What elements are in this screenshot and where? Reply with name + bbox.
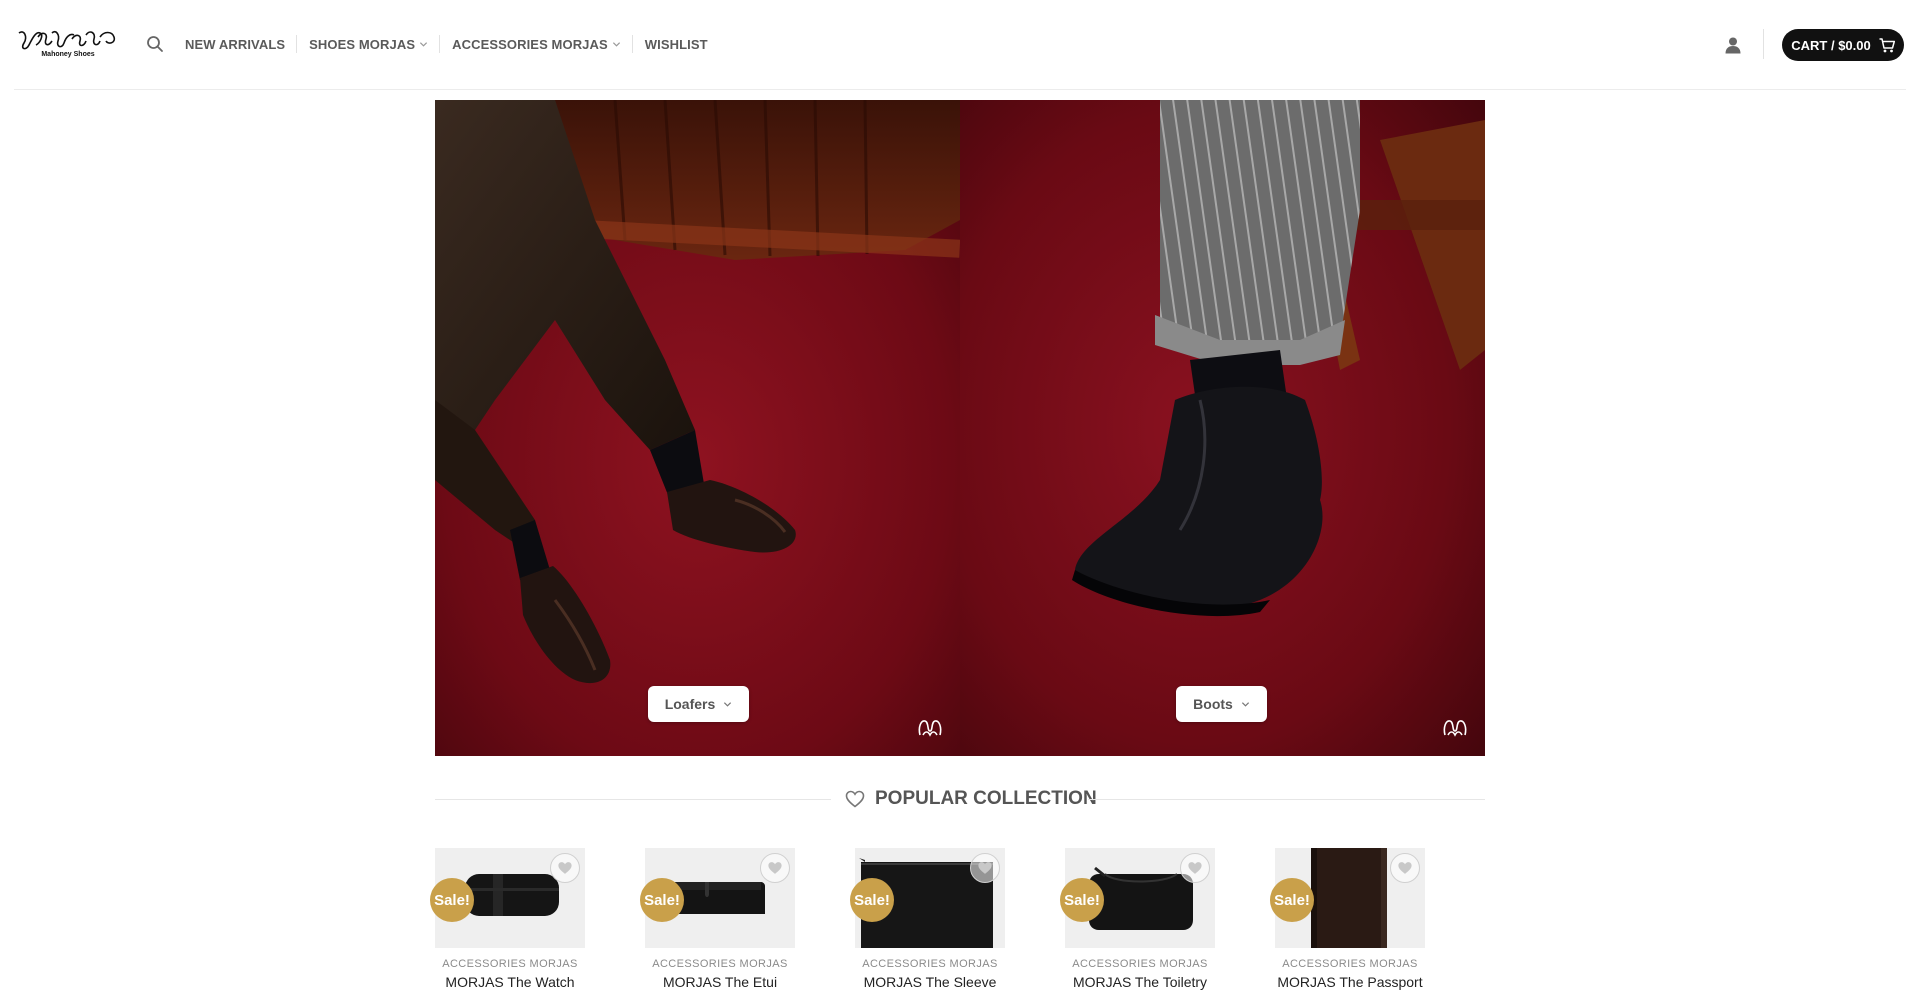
sale-badge: Sale!	[1060, 878, 1104, 922]
hero-banner: Loafers Boots	[435, 100, 1485, 756]
loafers-button-label: Loafers	[664, 696, 716, 712]
wishlist-button[interactable]	[1390, 853, 1420, 883]
loafers-photo	[435, 100, 960, 756]
product-category[interactable]: ACCESSORIES MORJAS	[850, 958, 1010, 970]
product-category[interactable]: ACCESSORIES MORJAS	[1060, 958, 1220, 970]
hero-panel-loafers[interactable]: Loafers	[435, 100, 960, 756]
nav-item-accessories-morjas[interactable]: ACCESSORIES MORJAS	[440, 37, 632, 52]
heading-content: POPULAR COLLECTION	[845, 786, 1097, 812]
morjas-mark-icon	[1443, 720, 1467, 737]
nav-item-wishlist[interactable]: WISHLIST	[633, 37, 719, 52]
site-header: Mahoney Shoes NEW ARRIVALS SHOES MORJAS …	[0, 0, 1920, 90]
heart-icon	[558, 862, 572, 874]
morjas-mark-icon	[918, 720, 942, 737]
sale-badge: Sale!	[1270, 878, 1314, 922]
product-name[interactable]: MORJAS The Toiletry	[1050, 974, 1230, 990]
product-card[interactable]: Sale! ACCESSORIES MORJAS MORJAS The Toil…	[1060, 848, 1220, 993]
logo-subtitle: Mahoney Shoes	[41, 51, 95, 58]
product-name[interactable]: MORJAS The Etui	[630, 974, 810, 990]
nav-item-label: SHOES MORJAS	[309, 36, 416, 52]
heart-icon	[978, 862, 992, 874]
wishlist-button[interactable]	[1180, 853, 1210, 883]
nav-item-label: WISHLIST	[644, 36, 708, 52]
product-card[interactable]: Sale! ACCESSORIES MORJAS MORJAS The Pass…	[1270, 848, 1430, 993]
boots-photo	[960, 100, 1485, 756]
wishlist-button[interactable]	[760, 853, 790, 883]
header-divider-line	[14, 89, 1906, 90]
product-name[interactable]: MORJAS The Passport	[1260, 974, 1440, 990]
chevron-down-icon	[1241, 701, 1249, 707]
cart-label: CART / $0.00	[1791, 37, 1871, 53]
heading-divider	[1088, 799, 1485, 800]
heading-divider	[435, 799, 831, 800]
header-divider	[1763, 29, 1764, 59]
chevron-down-icon	[612, 41, 620, 47]
nav-item-new-arrivals[interactable]: NEW ARRIVALS	[173, 37, 296, 52]
heart-icon	[1188, 862, 1202, 874]
product-category[interactable]: ACCESSORIES MORJAS	[640, 958, 800, 970]
product-card[interactable]: Sale! ACCESSORIES MORJAS MORJAS The Etui	[640, 848, 800, 993]
product-category[interactable]: ACCESSORIES MORJAS	[430, 958, 590, 970]
sale-badge: Sale!	[640, 878, 684, 922]
main-nav: NEW ARRIVALS SHOES MORJAS ACCESSORIES MO…	[173, 32, 719, 56]
chevron-down-icon	[420, 41, 428, 47]
sale-badge: Sale!	[430, 878, 474, 922]
product-name[interactable]: MORJAS The Watch	[420, 974, 600, 990]
nav-item-label: ACCESSORIES MORJAS	[452, 36, 608, 52]
cart-icon	[1879, 37, 1895, 52]
heart-icon	[768, 862, 782, 874]
heart-icon	[1398, 862, 1412, 874]
section-title: POPULAR COLLECTION	[875, 788, 1097, 809]
product-category[interactable]: ACCESSORIES MORJAS	[1270, 958, 1430, 970]
search-icon	[147, 36, 163, 52]
product-card[interactable]: Sale! ACCESSORIES MORJAS MORJAS The Watc…	[430, 848, 590, 993]
loafers-button[interactable]: Loafers	[648, 686, 749, 722]
nav-item-label: NEW ARRIVALS	[185, 36, 286, 52]
boots-button[interactable]: Boots	[1176, 686, 1267, 722]
popular-collection-heading: POPULAR COLLECTION	[435, 786, 1485, 812]
search-button[interactable]	[146, 35, 164, 53]
product-card[interactable]: Sale! ACCESSORIES MORJAS MORJAS The Slee…	[850, 848, 1010, 993]
cart-button[interactable]: CART / $0.00	[1782, 29, 1904, 61]
account-button[interactable]	[1724, 36, 1742, 54]
chevron-down-icon	[724, 701, 732, 707]
site-logo[interactable]: Mahoney Shoes	[16, 27, 118, 63]
hero-panel-boots[interactable]: Boots	[960, 100, 1485, 756]
product-name[interactable]: MORJAS The Sleeve	[840, 974, 1020, 990]
sale-badge: Sale!	[850, 878, 894, 922]
user-icon	[1725, 37, 1741, 54]
nav-item-shoes-morjas[interactable]: SHOES MORJAS	[297, 37, 439, 52]
heart-icon	[845, 790, 865, 808]
wishlist-button[interactable]	[970, 853, 1000, 883]
wishlist-button[interactable]	[550, 853, 580, 883]
product-grid: Sale! ACCESSORIES MORJAS MORJAS The Watc…	[430, 848, 1490, 993]
boots-button-label: Boots	[1193, 696, 1233, 712]
